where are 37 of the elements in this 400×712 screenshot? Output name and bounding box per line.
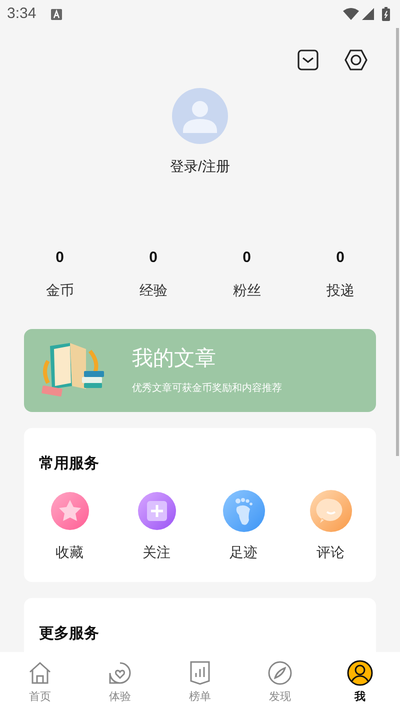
keyboard-icon <box>51 8 62 20</box>
service-item[interactable]: 关注 <box>113 490 200 562</box>
books-drawing <box>40 341 104 399</box>
footprint-icon <box>222 490 264 532</box>
chat-bubble-icon <box>310 490 352 532</box>
tab[interactable]: 体验 <box>80 652 160 712</box>
banner-subtitle: 优秀文章可获金币奖励和内容推荐 <box>132 382 282 396</box>
tab[interactable]: 发现 <box>240 652 320 712</box>
status-time: 3:34 <box>7 4 36 24</box>
stat-value: 0 <box>242 248 251 268</box>
stat-value: 0 <box>336 248 344 268</box>
service-item[interactable]: 评论 <box>287 490 374 562</box>
mail-icon[interactable] <box>297 49 319 71</box>
service-item[interactable]: 收藏 <box>26 490 113 562</box>
stat-label: 经验 <box>139 280 168 300</box>
stat-value: 0 <box>149 248 158 268</box>
compass-icon <box>267 660 293 686</box>
settings-icon[interactable] <box>344 49 368 71</box>
wifi-icon <box>343 8 359 20</box>
section-title: 常用服务 <box>39 454 99 472</box>
stat-label: 金币 <box>46 280 74 300</box>
home-icon <box>27 660 53 686</box>
stat-label: 粉丝 <box>232 280 261 300</box>
tab[interactable]: 首页 <box>0 652 80 712</box>
user-icon <box>347 660 373 686</box>
stat-value: 0 <box>56 248 64 268</box>
section-title: 更多服务 <box>39 624 99 642</box>
tab[interactable]: 榜单 <box>160 652 240 712</box>
login-link[interactable]: 登录/注册 <box>170 156 230 177</box>
stat-label: 投递 <box>326 280 354 300</box>
service-item[interactable]: 足迹 <box>200 490 287 562</box>
heart-icon <box>107 660 133 686</box>
tab[interactable]: 我 <box>320 652 400 712</box>
battery-icon <box>382 7 390 21</box>
signal-icon <box>362 8 374 20</box>
plus-icon <box>138 492 176 530</box>
banner-title: 我的文章 <box>132 346 217 372</box>
